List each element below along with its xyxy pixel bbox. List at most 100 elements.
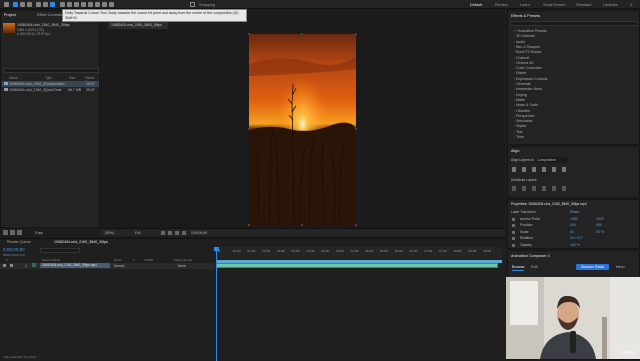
property-row[interactable]: Position 540 960 xyxy=(512,223,638,229)
workspace-default[interactable]: Default xyxy=(470,3,482,7)
align-left-icon[interactable] xyxy=(512,167,516,172)
effect-category-item[interactable]: Channel xyxy=(514,56,529,60)
column-type[interactable]: Type xyxy=(45,76,52,80)
search-icon[interactable]: ⌕ xyxy=(630,2,636,8)
workspace-small-screen[interactable]: Small Screen xyxy=(543,3,566,7)
effect-category-item[interactable]: Time xyxy=(514,135,524,139)
hand-tool-icon[interactable] xyxy=(20,2,25,7)
effect-category-item[interactable]: Blur & Sharpen xyxy=(514,45,540,49)
transform-handle[interactable] xyxy=(248,224,250,226)
camera-icon[interactable] xyxy=(182,231,186,235)
align-vcenter-icon[interactable] xyxy=(552,167,556,172)
project-search-input[interactable] xyxy=(3,68,99,73)
column-size[interactable]: Size xyxy=(69,76,75,80)
transform-handle[interactable] xyxy=(248,33,250,35)
effect-category-item[interactable]: Immersive Video xyxy=(514,87,542,91)
property-value[interactable]: 960 xyxy=(596,223,602,227)
effect-category-item[interactable]: Expression Controls xyxy=(514,77,547,81)
layer-mode-dropdown[interactable]: Normal xyxy=(114,264,124,268)
reset-link[interactable]: Reset xyxy=(570,210,579,214)
property-value[interactable]: 1080 xyxy=(570,217,578,221)
effect-category-item[interactable]: Perspective xyxy=(514,114,534,118)
time-ruler[interactable]: 0f 00:15f 01:00f 01:15f 02:00f 02:15f 03:00f 03… xyxy=(216,247,502,259)
roto-tool-icon[interactable] xyxy=(102,2,107,7)
tab-browse[interactable]: Browse xyxy=(512,265,525,269)
orbit-tool-icon[interactable] xyxy=(36,2,41,7)
brush-tool-icon[interactable] xyxy=(81,2,86,7)
home-icon[interactable] xyxy=(4,2,9,7)
effect-category-item[interactable]: Generate xyxy=(514,82,531,86)
zoom-tool-icon[interactable] xyxy=(27,2,32,7)
stopwatch-icon[interactable] xyxy=(512,230,515,234)
interpret-footage-icon[interactable] xyxy=(3,230,8,235)
tab-edit[interactable]: Edit xyxy=(531,265,538,269)
audio-icon[interactable] xyxy=(10,264,13,267)
effect-category-item[interactable]: Obsolete xyxy=(514,109,530,113)
transform-handle[interactable] xyxy=(355,224,357,226)
stopwatch-icon[interactable] xyxy=(512,218,515,221)
distribute-right-icon[interactable] xyxy=(562,186,566,191)
playhead-handle[interactable] xyxy=(214,247,219,251)
zoom-dropdown[interactable]: (50%) xyxy=(105,231,114,235)
stopwatch-icon[interactable] xyxy=(512,224,515,228)
transform-handle[interactable] xyxy=(301,33,303,35)
workspace-review[interactable]: Review xyxy=(495,3,507,7)
property-row[interactable]: Rotation 0x +0.0° xyxy=(512,236,638,242)
effect-category-item[interactable]: Noise & Grain xyxy=(514,103,538,107)
discover-packs-button[interactable]: Discover Packs xyxy=(576,264,609,270)
effect-category-item[interactable]: Color Correction xyxy=(514,66,541,70)
layer-duration-bar[interactable] xyxy=(216,263,498,268)
align-top-icon[interactable] xyxy=(542,167,546,172)
playhead[interactable] xyxy=(216,247,217,361)
distribute-left-icon[interactable] xyxy=(542,186,546,191)
transform-handle[interactable] xyxy=(355,128,357,130)
selection-tool-icon[interactable] xyxy=(13,2,18,7)
menu-button[interactable]: Menu xyxy=(616,265,624,269)
bit-depth-label[interactable]: 8 bpc xyxy=(35,231,43,235)
snapping-checkbox[interactable] xyxy=(190,2,195,7)
property-row[interactable]: Scale 50 50 % xyxy=(512,230,638,236)
column-name[interactable]: Name xyxy=(9,76,18,80)
property-row[interactable]: Anchor Point 1080 1920 xyxy=(512,217,638,223)
distribute-vcenter-icon[interactable] xyxy=(522,186,526,191)
effect-category-item[interactable]: Keying xyxy=(514,93,527,97)
align-hcenter-icon[interactable] xyxy=(522,167,526,172)
transform-handle[interactable] xyxy=(355,33,357,35)
timeline-search-input[interactable] xyxy=(40,248,80,253)
resolution-dropdown[interactable]: Full xyxy=(135,231,140,235)
eraser-tool-icon[interactable] xyxy=(95,2,100,7)
effects-search-input[interactable] xyxy=(510,21,638,26)
grid-icon[interactable] xyxy=(161,231,165,235)
tab-project[interactable]: Project xyxy=(4,13,16,17)
layer-parent-dropdown[interactable]: None xyxy=(178,264,186,268)
visibility-icon[interactable] xyxy=(3,264,6,267)
distribute-bottom-icon[interactable] xyxy=(532,186,536,191)
clone-tool-icon[interactable] xyxy=(88,2,93,7)
property-value[interactable]: 1920 xyxy=(596,217,604,221)
layer-name[interactable]: 19082404-uhd_2160_3840_30fps.mp4 xyxy=(40,263,110,268)
workspace-libraries[interactable]: Libraries xyxy=(603,3,618,7)
timeline-timecode[interactable]: 0;00;00;00 xyxy=(3,247,25,252)
property-value[interactable]: 540 xyxy=(570,223,576,227)
new-comp-icon[interactable] xyxy=(17,230,22,235)
rectangle-tool-icon[interactable] xyxy=(60,2,65,7)
effect-category-item[interactable]: Matte xyxy=(514,98,525,102)
property-value[interactable]: 50 xyxy=(570,230,574,234)
property-value[interactable]: 50 % xyxy=(596,230,604,234)
preview-frame[interactable] xyxy=(249,34,356,225)
tab-render-queue[interactable]: Render Queue xyxy=(7,240,31,244)
effect-category-item[interactable]: * Animation Presets xyxy=(514,29,547,33)
transform-handle[interactable] xyxy=(301,224,303,226)
property-value[interactable]: 0x +0.0° xyxy=(570,236,583,240)
transform-handle[interactable] xyxy=(248,128,250,130)
pan-tool-icon[interactable] xyxy=(43,2,48,7)
stopwatch-icon[interactable] xyxy=(512,237,515,241)
composition-tab[interactable]: 19082404-uhd_2160_3840_30fps xyxy=(108,22,168,29)
effect-category-item[interactable]: Text xyxy=(514,130,522,134)
property-row[interactable]: Opacity 100 % xyxy=(512,243,638,249)
stopwatch-icon[interactable] xyxy=(512,243,515,247)
puppet-tool-icon[interactable] xyxy=(109,2,114,7)
effect-category-item[interactable]: Cinema 4D xyxy=(514,61,534,65)
effect-category-item[interactable]: Distort xyxy=(514,71,526,75)
distribute-top-icon[interactable] xyxy=(512,186,516,191)
